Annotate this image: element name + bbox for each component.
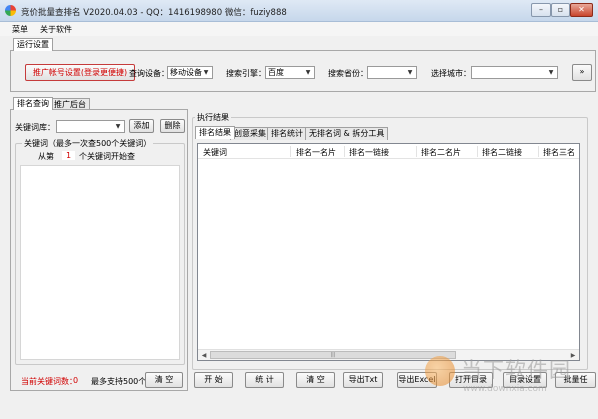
keyword-panel: 关键词库： ▼ 添加 删除 关键词（最多一次查500个关键词） 从第 1 个关键… (10, 109, 188, 391)
chevron-down-icon: ▼ (305, 69, 311, 76)
start-suffix: 个关键词开始查 (79, 152, 135, 161)
result-group-title: 执行结果 (195, 112, 231, 123)
tab-rank-stats[interactable]: 排名统计 (267, 127, 307, 140)
start-button[interactable]: 开 始 (194, 372, 233, 388)
province-label: 搜索省份： (328, 69, 368, 78)
tab-rank-query[interactable]: 排名查询 (13, 97, 53, 110)
tab-no-rank-split-tool[interactable]: 无排名词 & 拆分工具 (305, 127, 389, 140)
window-title: 竞价批量查排名 V2020.04.03 - QQ：1416198980 微信：f… (21, 8, 287, 18)
start-prefix: 从第 (38, 152, 54, 161)
column-divider (477, 146, 478, 157)
statistics-button[interactable]: 统 计 (245, 372, 284, 388)
run-settings-panel: 推广帐号设置(登录更便捷) 查询设备： 移动设备 ▼ 搜索引擎： 百度 ▼ 搜索… (10, 50, 596, 92)
menu-bar: 菜单 关于软件 (0, 22, 598, 36)
engine-select[interactable]: 百度 ▼ (265, 66, 315, 79)
chevron-down-icon: ▼ (548, 69, 554, 76)
results-table[interactable]: 关键词 排名一名片 排名一链接 排名二名片 排名二链接 排名三名 ◀ ||| ▶ (197, 143, 580, 361)
column-divider (290, 146, 291, 157)
city-label: 选择城市： (431, 69, 471, 78)
results-table-header: 关键词 排名一名片 排名一链接 排名二名片 排名二链接 排名三名 (198, 144, 579, 159)
keyword-library-label: 关键词库： (15, 123, 55, 132)
province-select[interactable]: ▼ (367, 66, 417, 79)
keyword-library-select[interactable]: ▼ (56, 120, 125, 133)
close-button[interactable]: ✕ (570, 3, 593, 17)
chevron-down-icon: ▼ (115, 123, 121, 130)
start-index-input[interactable]: 1 (62, 151, 75, 160)
scrollbar-thumb[interactable]: ||| (210, 351, 456, 359)
clear-results-button[interactable]: 清 空 (296, 372, 335, 388)
add-keyword-button[interactable]: 添加 (129, 119, 154, 133)
restore-button[interactable]: ▫ (551, 3, 570, 17)
column-rank3-card[interactable]: 排名三名 (543, 147, 575, 158)
city-select[interactable]: ▼ (471, 66, 558, 79)
more-settings-button[interactable]: » (572, 64, 592, 81)
tab-creative-collect[interactable]: 创意采集 (230, 127, 270, 140)
engine-value: 百度 (268, 68, 284, 77)
app-logo-icon (5, 5, 16, 16)
keyword-group: 关键词（最多一次查500个关键词） 从第 1 个关键词开始查 (15, 138, 185, 365)
menu-main[interactable]: 菜单 (12, 24, 28, 35)
max-support-label: 最多支持500个 (91, 377, 147, 386)
column-rank1-card[interactable]: 排名一名片 (296, 147, 336, 158)
column-divider (538, 146, 539, 157)
tab-run-settings[interactable]: 运行设置 (13, 38, 53, 51)
current-keyword-count: 0 (73, 376, 79, 385)
watermark-text: 当下软件园 (461, 358, 571, 382)
keyword-group-title: 关键词（最多一次查500个关键词） (22, 138, 154, 149)
watermark-logo-icon (425, 356, 455, 386)
device-label: 查询设备： (129, 69, 169, 78)
column-keyword[interactable]: 关键词 (203, 147, 227, 158)
minimize-button[interactable]: – (531, 3, 551, 17)
keyword-textarea[interactable] (20, 165, 180, 360)
export-txt-button[interactable]: 导出Txt (343, 372, 383, 388)
menu-about[interactable]: 关于软件 (40, 24, 72, 35)
watermark-url: www.downxia.com (463, 384, 547, 394)
watermark: 当下软件园 www.downxia.com (425, 354, 595, 404)
column-divider (344, 146, 345, 157)
chevron-down-icon: ▼ (407, 69, 413, 76)
column-rank1-link[interactable]: 排名一链接 (349, 147, 389, 158)
column-rank2-card[interactable]: 排名二名片 (421, 147, 461, 158)
scroll-left-icon[interactable]: ◀ (199, 351, 209, 360)
engine-label: 搜索引擎： (226, 69, 266, 78)
device-value: 移动设备 (170, 68, 202, 77)
title-bar: 竞价批量查排名 V2020.04.03 - QQ：1416198980 微信：f… (0, 0, 598, 22)
tab-rank-results[interactable]: 排名结果 (195, 126, 235, 139)
clear-keywords-button[interactable]: 清 空 (145, 372, 183, 388)
chevron-down-icon: ▼ (203, 69, 209, 76)
delete-keyword-button[interactable]: 删除 (160, 119, 185, 133)
current-keyword-count-label: 当前关键词数： (21, 377, 77, 386)
account-settings-button[interactable]: 推广帐号设置(登录更便捷) (25, 64, 135, 81)
device-select[interactable]: 移动设备 ▼ (167, 66, 213, 79)
column-rank2-link[interactable]: 排名二链接 (482, 147, 522, 158)
column-divider (416, 146, 417, 157)
